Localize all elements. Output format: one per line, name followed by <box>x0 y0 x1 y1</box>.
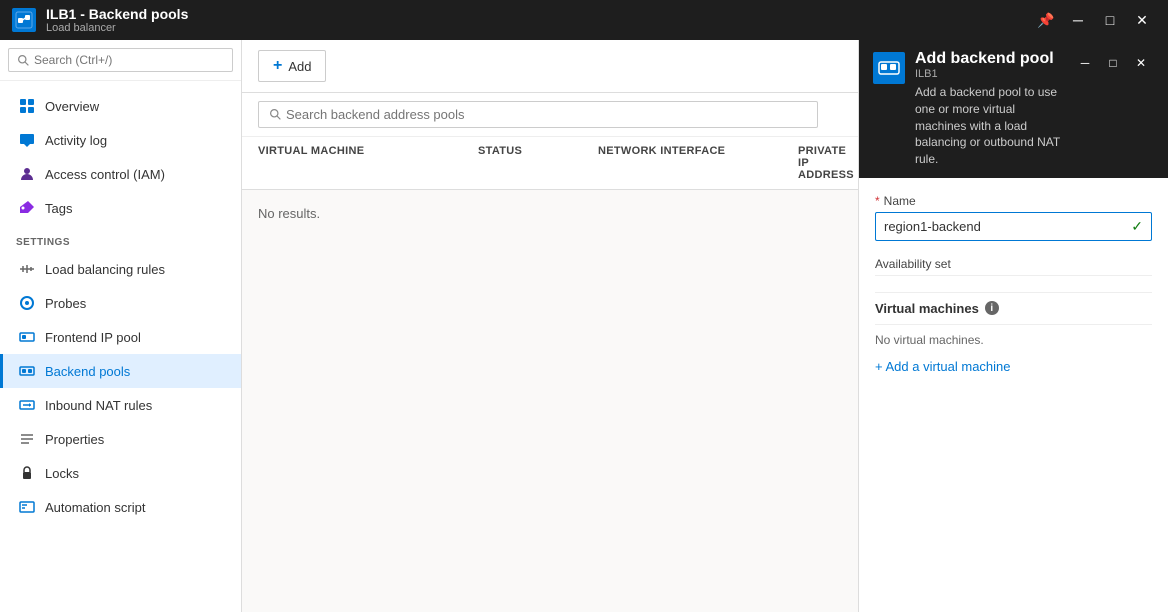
panel-minimize-button[interactable]: ─ <box>1072 50 1098 76</box>
availability-set-label: Availability set <box>875 257 1152 271</box>
vm-info-icon: i <box>985 301 999 315</box>
vm-divider <box>875 324 1152 325</box>
col-header-status: STATUS <box>478 145 598 181</box>
sidebar-item-automation[interactable]: Automation script <box>0 490 241 524</box>
table-body: No results. <box>242 190 858 237</box>
sidebar-item-backend-pools[interactable]: Backend pools <box>0 354 241 388</box>
activity-log-label: Activity log <box>45 133 107 148</box>
locks-label: Locks <box>45 466 79 481</box>
right-panel-description: Add a backend pool to use one or more vi… <box>915 84 1062 168</box>
access-control-icon <box>19 166 35 182</box>
minimize-button[interactable]: ─ <box>1064 6 1092 34</box>
automation-label: Automation script <box>45 500 145 515</box>
right-panel-header: Add backend pool ILB1 Add a backend pool… <box>859 40 1168 178</box>
frontend-ip-icon <box>19 329 35 345</box>
settings-section-label: SETTINGS <box>0 225 241 252</box>
name-input-wrapper[interactable]: region1-backend ✓ <box>875 212 1152 241</box>
backend-pools-icon <box>19 363 35 379</box>
app-icon <box>12 8 36 32</box>
right-panel-controls: ─ □ ✕ <box>1072 50 1154 76</box>
col-header-ip: PRIVATE IP ADDRESS <box>798 145 854 181</box>
locks-icon <box>19 465 35 481</box>
main-container: Overview Activity log Access control (IA… <box>0 40 1168 612</box>
content-search-input[interactable] <box>286 107 807 122</box>
right-panel-body: * Name region1-backend ✓ Availability se… <box>859 178 1168 612</box>
title-bar: ILB1 - Backend pools Load balancer 📌 ─ □… <box>0 0 1168 40</box>
vm-label-text: Virtual machines <box>875 301 979 316</box>
properties-icon <box>19 431 35 447</box>
backend-pools-label: Backend pools <box>45 364 130 379</box>
right-panel-title: Add backend pool <box>915 50 1062 68</box>
sidebar-item-tags[interactable]: Tags <box>0 191 241 225</box>
name-input-value: region1-backend <box>884 219 981 234</box>
tags-icon <box>19 200 35 216</box>
sidebar-item-load-balancing[interactable]: Load balancing rules <box>0 252 241 286</box>
add-label: Add <box>288 59 311 74</box>
content-search-box[interactable] <box>258 101 818 128</box>
col-header-vm: VIRTUAL MACHINE <box>258 145 478 181</box>
frontend-ip-label: Frontend IP pool <box>45 330 141 345</box>
properties-label: Properties <box>45 432 104 447</box>
right-panel-text: Add backend pool ILB1 Add a backend pool… <box>915 50 1062 168</box>
virtual-machines-section: Virtual machines i No virtual machines. … <box>875 301 1152 374</box>
load-balancing-label: Load balancing rules <box>45 262 165 277</box>
right-panel-subtitle: ILB1 <box>915 68 1062 80</box>
inbound-nat-icon <box>19 397 35 413</box>
load-balancing-icon <box>19 261 35 277</box>
close-button[interactable]: ✕ <box>1128 6 1156 34</box>
add-virtual-machine-link[interactable]: + Add a virtual machine <box>875 359 1011 374</box>
section-divider <box>875 292 1152 293</box>
panel-maximize-button[interactable]: □ <box>1100 50 1126 76</box>
sidebar-item-access-control[interactable]: Access control (IAM) <box>0 157 241 191</box>
name-label: * Name <box>875 194 1152 208</box>
sidebar-search-area <box>0 40 241 81</box>
probes-label: Probes <box>45 296 86 311</box>
sidebar-item-activity-log[interactable]: Activity log <box>0 123 241 157</box>
automation-icon <box>19 499 35 515</box>
content-area: + Add VIRTUAL MACHINE STATUS NETWORK INT… <box>242 40 858 612</box>
content-search-area <box>242 93 858 137</box>
inbound-nat-label: Inbound NAT rules <box>45 398 152 413</box>
name-form-group: * Name region1-backend ✓ <box>875 194 1152 241</box>
sidebar-item-probes[interactable]: Probes <box>0 286 241 320</box>
title-bar-text: ILB1 - Backend pools Load balancer <box>46 6 1032 34</box>
sidebar: Overview Activity log Access control (IA… <box>0 40 242 612</box>
overview-icon <box>19 98 35 114</box>
name-label-text: Name <box>884 194 916 208</box>
right-panel-icon <box>873 52 905 84</box>
pin-button[interactable]: 📌 <box>1032 6 1060 34</box>
add-icon: + <box>273 57 282 75</box>
window-controls: 📌 ─ □ ✕ <box>1032 6 1156 34</box>
panel-close-button[interactable]: ✕ <box>1128 50 1154 76</box>
vm-section-label: Virtual machines i <box>875 301 1152 316</box>
overview-label: Overview <box>45 99 99 114</box>
table-header: VIRTUAL MACHINE STATUS NETWORK INTERFACE… <box>242 137 858 190</box>
maximize-button[interactable]: □ <box>1096 6 1124 34</box>
right-panel: Add backend pool ILB1 Add a backend pool… <box>858 40 1168 612</box>
sidebar-search-box[interactable] <box>8 48 233 72</box>
window-subtitle: Load balancer <box>46 22 1032 34</box>
tags-label: Tags <box>45 201 72 216</box>
sidebar-item-inbound-nat[interactable]: Inbound NAT rules <box>0 388 241 422</box>
validation-check-icon: ✓ <box>1131 218 1143 235</box>
availability-set-group: Availability set <box>875 257 1152 276</box>
sidebar-nav: Overview Activity log Access control (IA… <box>0 81 241 532</box>
activity-log-icon <box>19 132 35 148</box>
no-results-text: No results. <box>258 206 320 221</box>
sidebar-item-properties[interactable]: Properties <box>0 422 241 456</box>
search-icon <box>17 54 30 67</box>
sidebar-item-frontend-ip[interactable]: Frontend IP pool <box>0 320 241 354</box>
probes-icon <box>19 295 35 311</box>
sidebar-item-locks[interactable]: Locks <box>0 456 241 490</box>
content-search-icon <box>269 108 282 121</box>
sidebar-search-input[interactable] <box>34 53 224 67</box>
col-header-network: NETWORK INTERFACE <box>598 145 798 181</box>
window-title: ILB1 - Backend pools <box>46 6 1032 22</box>
required-indicator: * <box>875 194 880 208</box>
access-control-label: Access control (IAM) <box>45 167 165 182</box>
add-button[interactable]: + Add <box>258 50 326 82</box>
sidebar-item-overview[interactable]: Overview <box>0 89 241 123</box>
content-toolbar: + Add <box>242 40 858 93</box>
no-vms-text: No virtual machines. <box>875 333 1152 347</box>
